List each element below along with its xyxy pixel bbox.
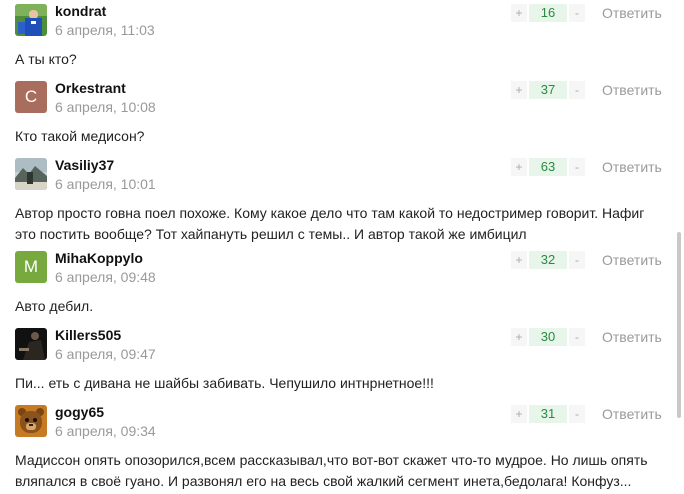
comment-text: Кто такой медисон?	[15, 128, 145, 144]
comment-score: 63	[529, 158, 567, 176]
comment-item: kondrat 6 апреля, 11:03 + 16 - Ответить …	[0, 0, 676, 77]
downvote-button[interactable]: -	[569, 4, 585, 22]
comment-item: gogy65 6 апреля, 09:34 + 31 - Ответить М…	[0, 401, 676, 494]
avatar-dark-figure-icon[interactable]	[15, 328, 47, 360]
reply-link[interactable]: Ответить	[602, 159, 662, 175]
downvote-button[interactable]: -	[569, 158, 585, 176]
upvote-button[interactable]: +	[511, 251, 527, 269]
avatar-soccer-player-icon[interactable]	[15, 4, 47, 36]
comment-date: 6 апреля, 10:08	[55, 99, 156, 115]
comment-text: Авто дебил.	[15, 298, 94, 314]
comment-date: 6 апреля, 11:03	[55, 22, 155, 38]
comment-score: 32	[529, 251, 567, 269]
comment-text: Автор просто говна поел похоже. Кому как…	[15, 205, 645, 242]
reply-link[interactable]: Ответить	[602, 252, 662, 268]
avatar-letter: M	[23, 257, 39, 276]
comment-score: 16	[529, 4, 567, 22]
comment-author[interactable]: gogy65	[55, 404, 104, 420]
comment-score: 37	[529, 81, 567, 99]
avatar-landscape-icon[interactable]	[15, 158, 47, 190]
comment-author[interactable]: Orkestrant	[55, 80, 126, 96]
downvote-button[interactable]: -	[569, 405, 585, 423]
upvote-button[interactable]: +	[511, 4, 527, 22]
reply-link[interactable]: Ответить	[602, 406, 662, 422]
avatar-letter-icon[interactable]: M	[15, 251, 47, 283]
avatar-letter: C	[24, 87, 38, 106]
comment-item: Killers505 6 апреля, 09:47 + 30 - Ответи…	[0, 324, 676, 401]
comment-text: Мадиссон опять опозорился,всем рассказыв…	[15, 452, 648, 489]
avatar-letter-icon[interactable]: C	[15, 81, 47, 113]
upvote-button[interactable]: +	[511, 405, 527, 423]
comment-score: 30	[529, 328, 567, 346]
comment-item: Vasiliy37 6 апреля, 10:01 + 63 - Ответит…	[0, 154, 676, 247]
comment-item: M MihaKoppylo 6 апреля, 09:48 + 32 - Отв…	[0, 247, 676, 324]
downvote-button[interactable]: -	[569, 81, 585, 99]
downvote-button[interactable]: -	[569, 328, 585, 346]
comment-author[interactable]: Vasiliy37	[55, 157, 114, 173]
comment-author[interactable]: MihaKoppylo	[55, 250, 143, 266]
upvote-button[interactable]: +	[511, 328, 527, 346]
comment-text: А ты кто?	[15, 51, 77, 67]
comment-date: 6 апреля, 10:01	[55, 176, 156, 192]
downvote-button[interactable]: -	[569, 251, 585, 269]
comment-feed: kondrat 6 апреля, 11:03 + 16 - Ответить …	[0, 0, 676, 494]
comment-item: C Orkestrant 6 апреля, 10:08 + 37 - Отве…	[0, 77, 676, 154]
reply-link[interactable]: Ответить	[602, 329, 662, 345]
comment-date: 6 апреля, 09:48	[55, 269, 156, 285]
scrollbar[interactable]	[677, 232, 681, 418]
reply-link[interactable]: Ответить	[602, 5, 662, 21]
comment-date: 6 апреля, 09:34	[55, 423, 156, 439]
avatar-bear-icon[interactable]	[15, 405, 47, 437]
upvote-button[interactable]: +	[511, 158, 527, 176]
comment-author[interactable]: Killers505	[55, 327, 121, 343]
reply-link[interactable]: Ответить	[602, 82, 662, 98]
comment-author[interactable]: kondrat	[55, 3, 106, 19]
comment-score: 31	[529, 405, 567, 423]
comment-date: 6 апреля, 09:47	[55, 346, 156, 362]
comment-text: Пи... еть с дивана не шайбы забивать. Че…	[15, 375, 434, 391]
upvote-button[interactable]: +	[511, 81, 527, 99]
